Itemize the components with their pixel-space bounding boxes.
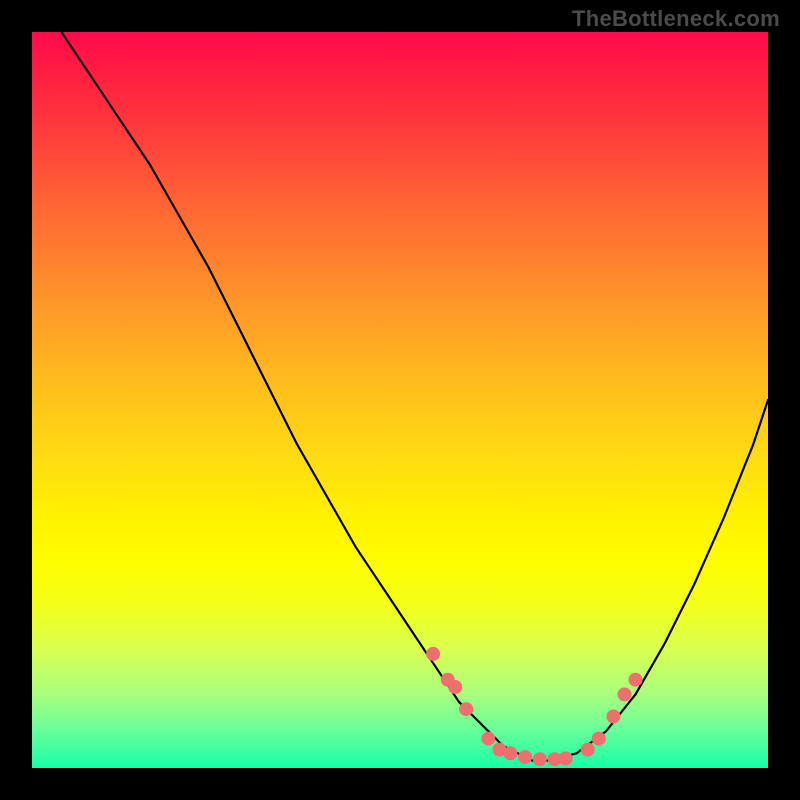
plot-area xyxy=(32,32,768,768)
curve-layer xyxy=(32,32,768,768)
neck-dot xyxy=(426,647,440,661)
neck-dot xyxy=(533,752,547,766)
chart-frame: TheBottleneck.com xyxy=(0,0,800,800)
neck-dot xyxy=(618,687,632,701)
neck-dot xyxy=(518,750,532,764)
neck-dot xyxy=(503,746,517,760)
neck-dot xyxy=(606,710,620,724)
neck-dot xyxy=(592,732,606,746)
bottleneck-curve xyxy=(61,32,768,761)
neck-dot xyxy=(581,743,595,757)
neck-dot xyxy=(629,673,643,687)
neck-dot xyxy=(448,680,462,694)
neck-dot xyxy=(559,751,573,765)
neck-dot xyxy=(459,702,473,716)
neck-dot xyxy=(481,732,495,746)
neck-dots xyxy=(426,647,642,766)
watermark-text: TheBottleneck.com xyxy=(572,6,780,32)
